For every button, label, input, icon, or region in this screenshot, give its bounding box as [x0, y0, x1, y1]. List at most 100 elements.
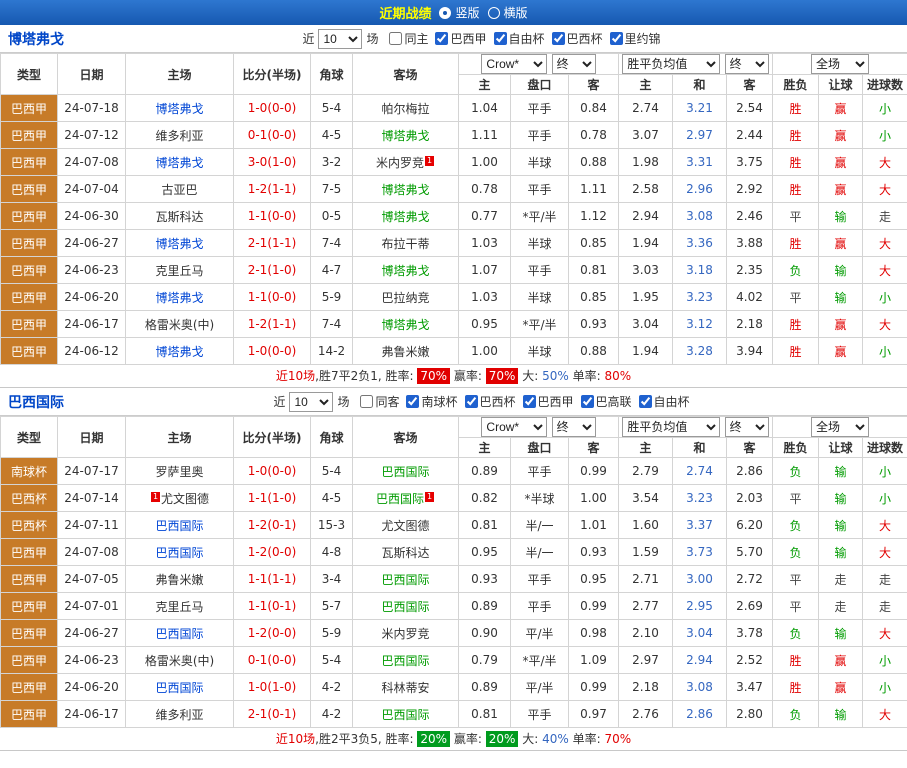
eu-odds-home: 3.03 [619, 257, 673, 284]
filter-label: 巴西杯 [480, 393, 516, 410]
filter-option-里约锦[interactable]: 里约锦 [610, 30, 661, 47]
filter-option-巴西甲[interactable]: 巴西甲 [523, 393, 574, 410]
team-name: 巴西国际 [381, 465, 429, 479]
filter-label: 自由杯 [654, 393, 690, 410]
layout-vertical-option[interactable]: 竖版 [439, 4, 479, 21]
eu-odds-draw: 3.18 [673, 257, 727, 284]
filter-option-自由杯[interactable]: 自由杯 [639, 393, 690, 410]
filter-checkbox[interactable] [523, 395, 536, 408]
filter-option-巴高联[interactable]: 巴高联 [581, 393, 632, 410]
odds-home: 0.95 [459, 539, 511, 566]
odds-away: 0.88 [569, 149, 619, 176]
handicap-line: 平手 [511, 95, 569, 122]
goals-result: 大 [863, 539, 907, 566]
score: 1-2(1-1) [234, 311, 311, 338]
europe-mean-select[interactable]: 胜平负均值 [622, 54, 720, 74]
col-away: 客场 [353, 417, 459, 458]
filter-checkbox[interactable] [389, 32, 402, 45]
result-group-header: 全场 [773, 417, 907, 438]
odds-company-select[interactable]: Crow* [481, 54, 547, 74]
league-type: 巴西甲 [1, 95, 58, 122]
result: 平 [773, 593, 819, 620]
filter-checkbox[interactable] [639, 395, 652, 408]
col-type: 类型 [1, 417, 58, 458]
handicap-rate-label: 赢率: [450, 732, 486, 746]
corners: 5-4 [311, 458, 353, 485]
handicap-result: 赢 [819, 149, 863, 176]
odds-company-select[interactable]: Crow* [481, 417, 547, 437]
league-type: 巴西甲 [1, 149, 58, 176]
home-team-cell: 博塔弗戈 [126, 284, 234, 311]
score: 2-1(0-1) [234, 701, 311, 728]
page-title: 近期战绩 [379, 3, 431, 22]
filter-option-巴西杯[interactable]: 巴西杯 [552, 30, 603, 47]
odds-home: 1.00 [459, 149, 511, 176]
home-team-cell: 博塔弗戈 [126, 230, 234, 257]
match-count-select[interactable]: 10 [289, 392, 333, 412]
filter-option-同主[interactable]: 同主 [389, 30, 428, 47]
goals-result: 大 [863, 230, 907, 257]
filter-checkbox[interactable] [435, 32, 448, 45]
match-count-select[interactable]: 10 [318, 29, 362, 49]
team-name: 博塔弗戈 [381, 264, 429, 278]
eu-odds-draw: 3.36 [673, 230, 727, 257]
filter-checkbox[interactable] [552, 32, 565, 45]
handicap-line: *平/半 [511, 647, 569, 674]
team-name: 弗鲁米嫩 [381, 345, 429, 359]
filter-option-南球杯[interactable]: 南球杯 [406, 393, 457, 410]
europe-mean-select[interactable]: 胜平负均值 [622, 417, 720, 437]
eu-odds-away: 3.75 [727, 149, 773, 176]
odds-away: 0.98 [569, 620, 619, 647]
handicap-result: 输 [819, 701, 863, 728]
filter-checkbox[interactable] [581, 395, 594, 408]
odds-home: 0.89 [459, 458, 511, 485]
eu-odds-home: 1.59 [619, 539, 673, 566]
filter-checkbox[interactable] [494, 32, 507, 45]
filter-checkbox[interactable] [406, 395, 419, 408]
match-date: 24-07-18 [58, 95, 126, 122]
filter-checkbox[interactable] [360, 395, 373, 408]
league-filters: 同客南球杯 巴西杯巴西甲巴高联 自由杯 [353, 393, 689, 410]
subcol-result: 胜负 [773, 75, 819, 95]
league-type: 巴西甲 [1, 284, 58, 311]
result: 平 [773, 485, 819, 512]
handicap-result: 赢 [819, 122, 863, 149]
filter-option-同客[interactable]: 同客 [360, 393, 399, 410]
odds-away: 1.09 [569, 647, 619, 674]
eu-odds-away: 2.46 [727, 203, 773, 230]
europe-final-select[interactable]: 终 [725, 417, 769, 437]
fulltime-select[interactable]: 全场 [811, 417, 869, 437]
fulltime-select[interactable]: 全场 [811, 54, 869, 74]
filter-option-巴西甲[interactable]: 巴西甲 [435, 30, 486, 47]
single-rate-value: 80% [604, 369, 631, 383]
odds-final-select[interactable]: 终 [552, 54, 596, 74]
filter-option-巴西杯[interactable]: 巴西杯 [465, 393, 516, 410]
corners: 5-4 [311, 647, 353, 674]
handicap-line: *半球 [511, 485, 569, 512]
subcol-odds-away: 客 [569, 438, 619, 458]
filter-checkbox[interactable] [465, 395, 478, 408]
league-type: 巴西甲 [1, 593, 58, 620]
col-date: 日期 [58, 417, 126, 458]
layout-horizontal-option[interactable]: 横版 [488, 4, 528, 21]
eu-odds-home: 2.79 [619, 458, 673, 485]
goals-result: 小 [863, 338, 907, 365]
team-name: 巴西国际 [155, 681, 203, 695]
away-team-cell: 巴西国际 [353, 566, 459, 593]
home-team-cell: 古亚巴 [126, 176, 234, 203]
score: 1-1(0-0) [234, 284, 311, 311]
filter-checkbox[interactable] [610, 32, 623, 45]
near-label: 近 [302, 30, 314, 47]
europe-final-select[interactable]: 终 [725, 54, 769, 74]
odds-home: 0.78 [459, 176, 511, 203]
odds-home: 0.90 [459, 620, 511, 647]
result: 负 [773, 257, 819, 284]
team-name: 米内罗竞 [376, 156, 424, 170]
filter-option-自由杯[interactable]: 自由杯 [494, 30, 545, 47]
result: 平 [773, 284, 819, 311]
corners: 5-9 [311, 620, 353, 647]
odds-final-select[interactable]: 终 [552, 417, 596, 437]
team-name: 博塔弗戈 [381, 210, 429, 224]
team-name: 米内罗竞 [381, 627, 429, 641]
eu-odds-away: 2.72 [727, 566, 773, 593]
